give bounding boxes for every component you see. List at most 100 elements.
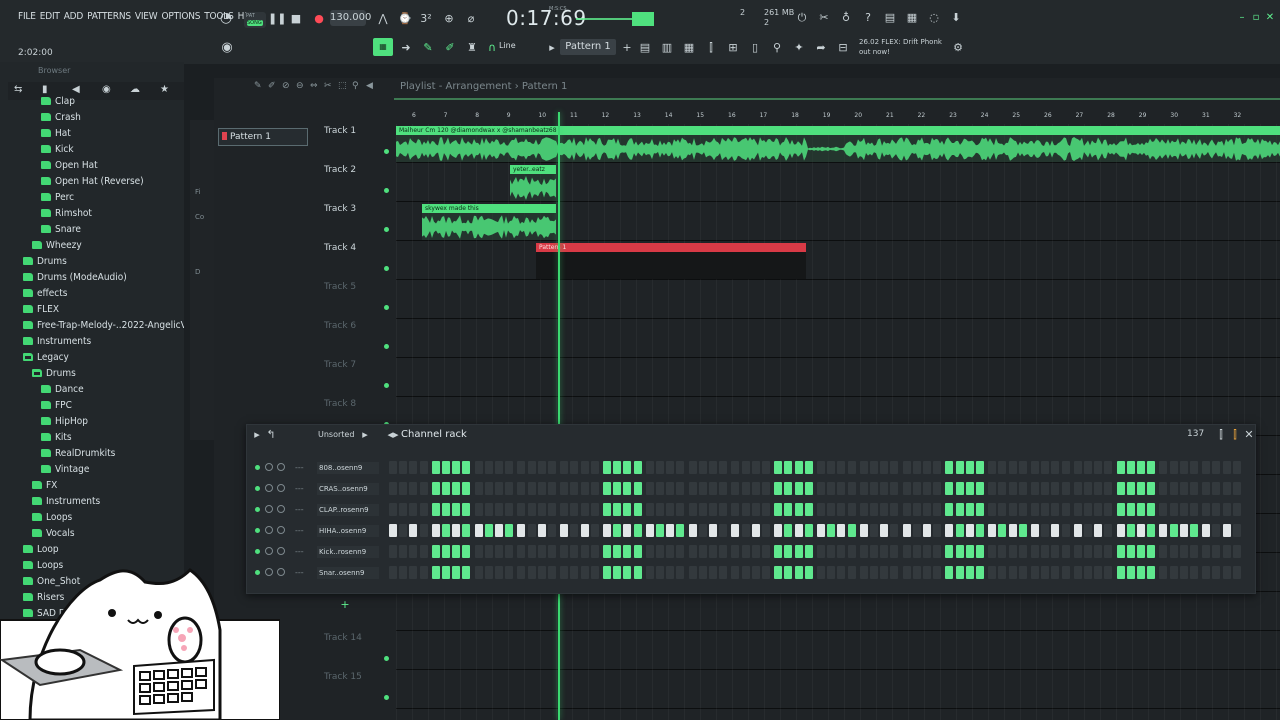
track-header[interactable]: Track 7 xyxy=(320,358,389,397)
step-button[interactable] xyxy=(880,461,889,474)
step-button[interactable] xyxy=(731,545,740,558)
step-button[interactable] xyxy=(495,524,503,537)
loop-region[interactable] xyxy=(394,98,1280,100)
step-button[interactable] xyxy=(741,545,750,558)
step-button[interactable] xyxy=(804,482,813,495)
step-button[interactable] xyxy=(859,545,868,558)
volume-knob[interactable] xyxy=(277,505,285,513)
browser-item[interactable]: Loops xyxy=(32,512,72,528)
mic-icon[interactable]: ♁ xyxy=(838,10,854,26)
step-button[interactable] xyxy=(537,566,546,579)
step-button[interactable] xyxy=(880,566,889,579)
step-button[interactable] xyxy=(431,524,440,537)
step-button[interactable] xyxy=(998,461,1007,474)
step-button[interactable] xyxy=(1147,524,1156,537)
playlist-icon[interactable]: ▤ xyxy=(637,40,653,56)
step-button[interactable] xyxy=(1212,503,1221,516)
step-button[interactable] xyxy=(1008,566,1017,579)
step-button[interactable] xyxy=(976,482,984,495)
step-button[interactable] xyxy=(731,482,740,495)
step-button[interactable] xyxy=(537,482,546,495)
step-button[interactable] xyxy=(698,545,707,558)
step-button[interactable] xyxy=(933,461,942,474)
step-button[interactable] xyxy=(1137,566,1145,579)
select-tool-icon[interactable]: ⬚ xyxy=(338,81,347,91)
step-button[interactable] xyxy=(1202,545,1211,558)
step-button[interactable] xyxy=(827,461,836,474)
step-button[interactable] xyxy=(1061,545,1070,558)
step-button[interactable] xyxy=(1094,545,1103,558)
step-button[interactable] xyxy=(1202,461,1211,474)
step-button[interactable] xyxy=(933,503,942,516)
chat-icon[interactable]: ◌ xyxy=(926,10,942,26)
browser-item[interactable]: Perc xyxy=(41,192,74,208)
browser-icon[interactable]: ⊞ xyxy=(725,40,741,56)
channel-row[interactable]: --- HIHA..osenn9 xyxy=(253,522,1249,540)
step-button[interactable] xyxy=(452,524,461,537)
step-button[interactable] xyxy=(633,566,642,579)
step-button[interactable] xyxy=(751,524,760,537)
step-button[interactable] xyxy=(965,545,974,558)
step-button[interactable] xyxy=(1212,482,1221,495)
touch-icon[interactable]: ⚲ xyxy=(769,40,785,56)
step-button[interactable] xyxy=(1041,461,1050,474)
step-button[interactable] xyxy=(603,524,611,537)
step-button[interactable] xyxy=(527,566,536,579)
step-button[interactable] xyxy=(1212,545,1221,558)
step-button[interactable] xyxy=(784,482,793,495)
step-button[interactable] xyxy=(912,482,921,495)
step-button[interactable] xyxy=(709,461,717,474)
step-button[interactable] xyxy=(676,545,685,558)
step-button[interactable] xyxy=(794,482,803,495)
step-button[interactable] xyxy=(1137,545,1145,558)
step-button[interactable] xyxy=(774,566,783,579)
step-button[interactable] xyxy=(419,566,428,579)
step-button[interactable] xyxy=(633,503,642,516)
track-header[interactable]: Track 6 xyxy=(320,319,389,358)
track-header[interactable]: Track 3 xyxy=(320,202,389,241)
step-button[interactable] xyxy=(837,503,846,516)
cut-icon[interactable]: ✂ xyxy=(816,10,832,26)
step-button[interactable] xyxy=(1116,482,1125,495)
step-button[interactable] xyxy=(517,566,526,579)
pan-knob[interactable] xyxy=(265,526,273,534)
step-button[interactable] xyxy=(633,524,642,537)
step-button[interactable] xyxy=(517,461,526,474)
step-button[interactable] xyxy=(474,461,483,474)
step-button[interactable] xyxy=(613,545,622,558)
plugin-tab-icon[interactable]: ◉ xyxy=(102,84,111,95)
step-button[interactable] xyxy=(1169,566,1178,579)
step-button[interactable] xyxy=(1018,503,1027,516)
step-button[interactable] xyxy=(837,566,846,579)
step-button[interactable] xyxy=(1031,566,1039,579)
step-button[interactable] xyxy=(1073,524,1082,537)
step-button[interactable] xyxy=(409,503,418,516)
step-button[interactable] xyxy=(880,503,889,516)
step-button[interactable] xyxy=(688,566,697,579)
step-button[interactable] xyxy=(1104,566,1113,579)
step-button[interactable] xyxy=(389,482,397,495)
step-button[interactable] xyxy=(1222,482,1231,495)
track-enable-led[interactable] xyxy=(384,305,389,310)
step-button[interactable] xyxy=(933,566,942,579)
step-button[interactable] xyxy=(666,524,675,537)
step-button[interactable] xyxy=(1179,482,1188,495)
step-button[interactable] xyxy=(751,461,760,474)
step-button[interactable] xyxy=(590,545,599,558)
step-button[interactable] xyxy=(1222,566,1231,579)
slip-tool-icon[interactable]: ⇔ xyxy=(310,81,318,91)
step-button[interactable] xyxy=(1073,566,1082,579)
step-button[interactable] xyxy=(912,503,921,516)
step-button[interactable] xyxy=(762,524,770,537)
step-button[interactable] xyxy=(409,461,418,474)
step-button[interactable] xyxy=(1116,566,1125,579)
step-button[interactable] xyxy=(774,545,783,558)
minimize-icon[interactable]: – xyxy=(1236,12,1248,24)
step-button[interactable] xyxy=(998,545,1007,558)
step-button[interactable] xyxy=(1073,545,1082,558)
step-button[interactable] xyxy=(1031,461,1039,474)
account-icon[interactable]: ⚙ xyxy=(950,40,966,56)
step-button[interactable] xyxy=(890,524,899,537)
step-button[interactable] xyxy=(804,524,813,537)
step-button[interactable] xyxy=(603,545,611,558)
